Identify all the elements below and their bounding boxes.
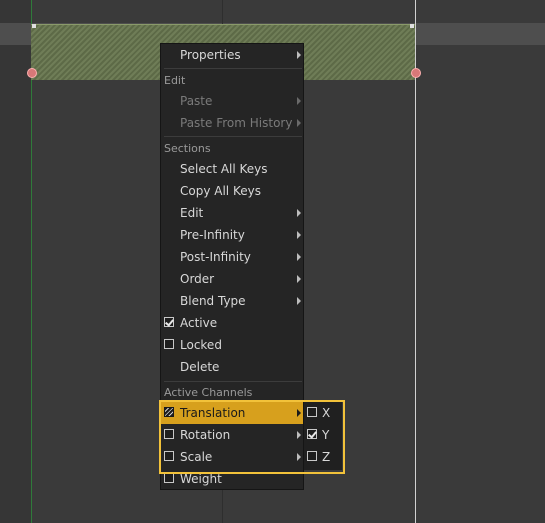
scale-checkbox[interactable] <box>164 451 174 461</box>
submenu-item-x[interactable]: X <box>304 402 342 424</box>
section-left-handle[interactable] <box>27 68 37 78</box>
submenu-arrow-icon <box>297 209 301 217</box>
menu-item-label: Translation <box>180 406 246 420</box>
submenu-arrow-icon <box>297 119 301 127</box>
menu-item-label: Locked <box>180 338 222 352</box>
menu-item-label: Properties <box>180 48 241 62</box>
menu-separator <box>164 136 302 137</box>
menu-item-scale[interactable]: Scale <box>161 446 303 468</box>
translation-checkbox[interactable] <box>164 407 174 417</box>
menu-item-label: Active <box>180 316 218 330</box>
menu-item-label: Weight <box>180 472 222 486</box>
active-checkbox[interactable] <box>164 317 174 327</box>
submenu-item-label: Y <box>322 428 330 442</box>
locked-checkbox[interactable] <box>164 339 174 349</box>
menu-item-active[interactable]: Active <box>161 312 303 334</box>
section-right-handle[interactable] <box>411 68 421 78</box>
menu-section-header: Active Channels <box>164 386 253 399</box>
section-corner <box>32 24 36 28</box>
section-end-line <box>415 0 416 523</box>
weight-checkbox[interactable] <box>164 473 174 483</box>
submenu-item-label: X <box>322 406 331 420</box>
menu-item-edit[interactable]: Edit <box>161 202 303 224</box>
menu-section-header: Sections <box>164 142 211 155</box>
submenu-arrow-icon <box>297 409 301 417</box>
x-checkbox[interactable] <box>307 407 317 417</box>
menu-item-post-infinity[interactable]: Post-Infinity <box>161 246 303 268</box>
menu-item-properties[interactable]: Properties <box>161 44 303 66</box>
submenu-arrow-icon <box>297 51 301 59</box>
menu-item-label: Paste <box>180 94 213 108</box>
menu-item-label: Select All Keys <box>180 162 268 176</box>
menu-item-label: Paste From History <box>180 116 293 130</box>
menu-separator <box>164 381 302 382</box>
submenu-arrow-icon <box>297 97 301 105</box>
menu-item-blend-type[interactable]: Blend Type <box>161 290 303 312</box>
submenu-arrow-icon <box>297 275 301 283</box>
submenu-item-label: Z <box>322 450 331 464</box>
menu-item-translation[interactable]: Translation <box>161 402 303 424</box>
submenu-item-z[interactable]: Z <box>304 446 342 468</box>
menu-item-order[interactable]: Order <box>161 268 303 290</box>
menu-item-pre-infinity[interactable]: Pre-Infinity <box>161 224 303 246</box>
menu-item-paste[interactable]: Paste <box>161 90 303 112</box>
submenu-arrow-icon <box>297 431 301 439</box>
section-corner <box>410 24 414 28</box>
translation-submenu: X Y Z <box>304 402 342 470</box>
menu-item-label: Scale <box>180 450 213 464</box>
menu-item-label: Edit <box>180 206 204 220</box>
context-menu: Properties Edit Paste Paste From History… <box>160 43 304 490</box>
menu-item-copy-all-keys[interactable]: Copy All Keys <box>161 180 303 202</box>
submenu-arrow-icon <box>297 231 301 239</box>
menu-item-delete[interactable]: Delete <box>161 356 303 378</box>
z-checkbox[interactable] <box>307 451 317 461</box>
submenu-arrow-icon <box>297 253 301 261</box>
menu-item-weight[interactable]: Weight <box>161 468 303 490</box>
menu-item-rotation[interactable]: Rotation <box>161 424 303 446</box>
menu-item-label: Delete <box>180 360 220 374</box>
menu-item-select-all-keys[interactable]: Select All Keys <box>161 158 303 180</box>
menu-item-label: Copy All Keys <box>180 184 261 198</box>
y-checkbox[interactable] <box>307 429 317 439</box>
menu-item-label: Pre-Infinity <box>180 228 245 242</box>
menu-item-paste-from-history[interactable]: Paste From History <box>161 112 303 134</box>
track-gutter <box>0 0 31 523</box>
menu-separator <box>164 68 302 69</box>
menu-section-header: Edit <box>164 74 186 87</box>
submenu-arrow-icon <box>297 453 301 461</box>
submenu-arrow-icon <box>297 297 301 305</box>
menu-item-label: Blend Type <box>180 294 246 308</box>
menu-item-label: Order <box>180 272 215 286</box>
menu-item-label: Rotation <box>180 428 231 442</box>
rotation-checkbox[interactable] <box>164 429 174 439</box>
menu-item-locked[interactable]: Locked <box>161 334 303 356</box>
menu-item-label: Post-Infinity <box>180 250 251 264</box>
submenu-item-y[interactable]: Y <box>304 424 342 446</box>
